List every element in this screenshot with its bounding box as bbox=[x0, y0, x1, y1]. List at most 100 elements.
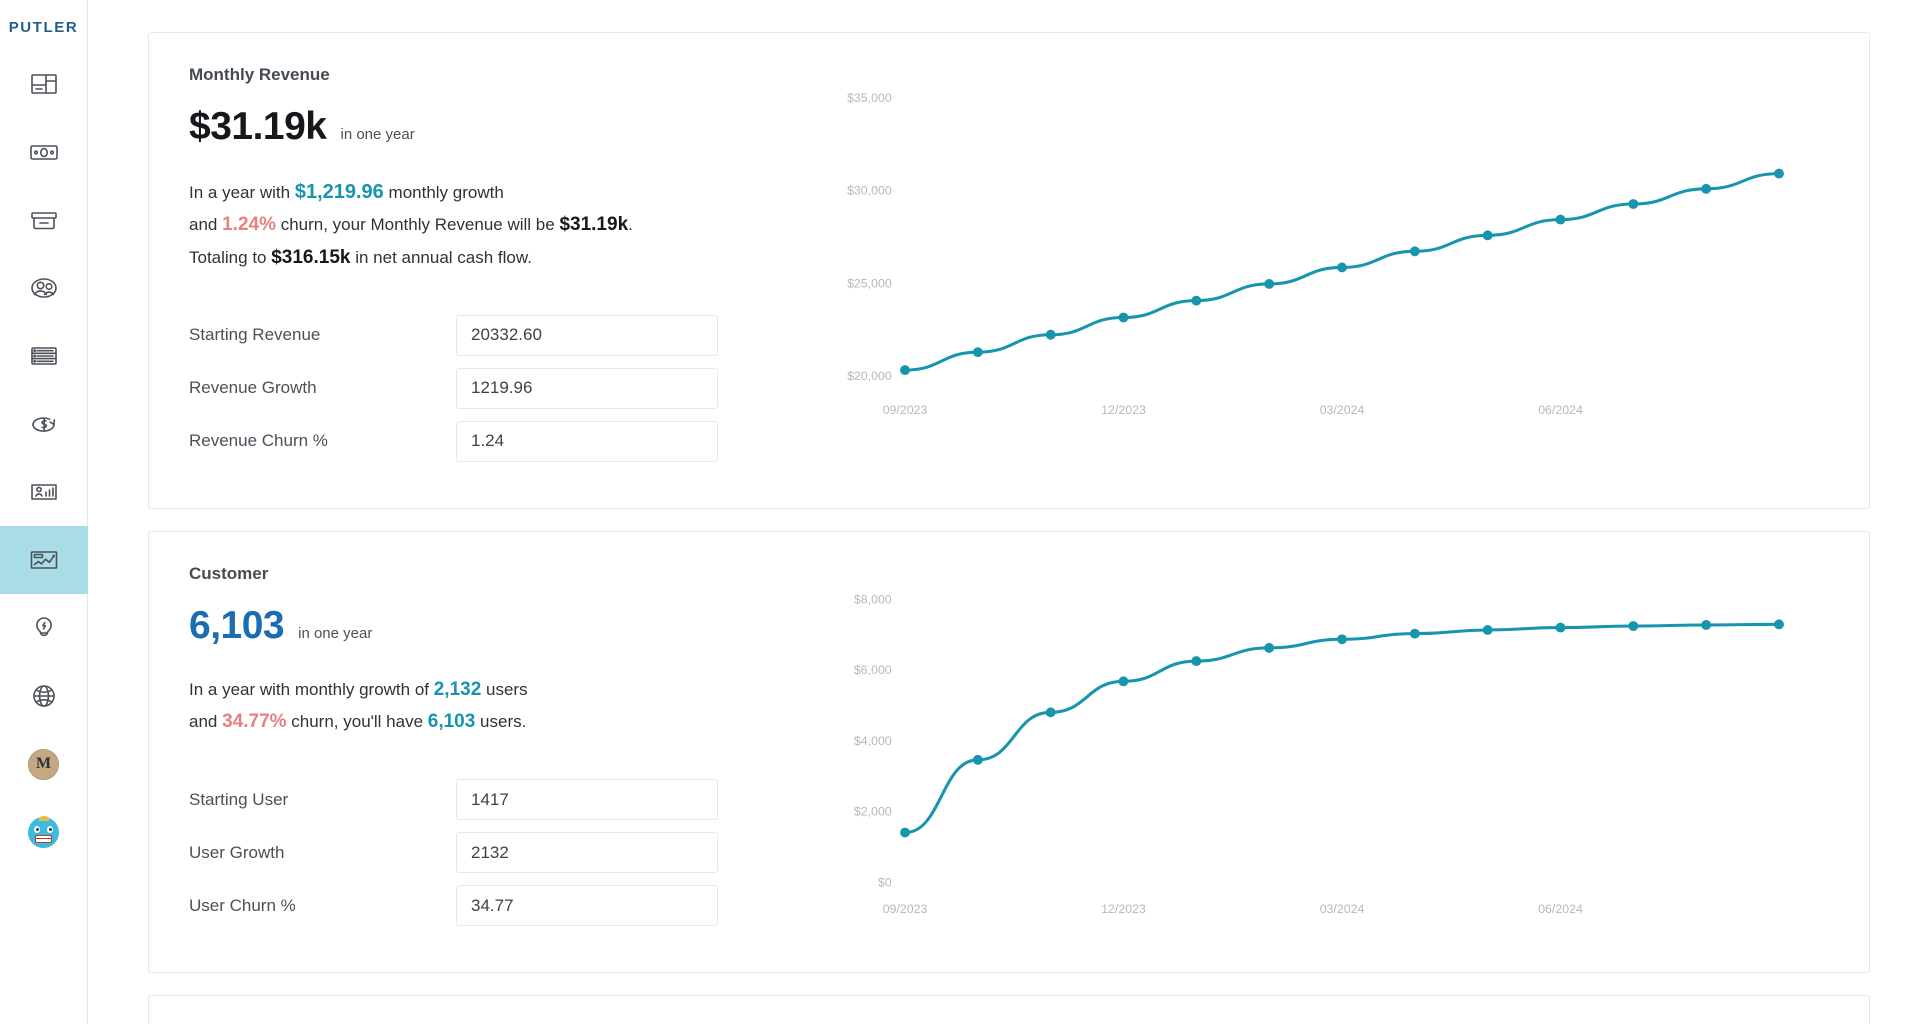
avatar-initial: M bbox=[28, 748, 59, 780]
user-growth-input[interactable] bbox=[456, 832, 718, 874]
chart-data-point[interactable] bbox=[1264, 279, 1275, 289]
field-label: Starting User bbox=[189, 789, 289, 809]
person-chart-icon bbox=[28, 476, 60, 508]
box-icon bbox=[28, 204, 60, 236]
chart-data-point[interactable] bbox=[1555, 622, 1566, 633]
field-row: Starting Revenue bbox=[189, 314, 737, 356]
field-label: User Growth bbox=[189, 842, 285, 862]
text: monthly growth bbox=[383, 183, 504, 202]
chart-data-point[interactable] bbox=[1045, 707, 1056, 717]
text: and bbox=[189, 215, 223, 235]
description-line-3: Totaling to $316.15k in net annual cash … bbox=[189, 242, 737, 275]
starting-user-input[interactable] bbox=[456, 779, 718, 821]
dashboard-grid-icon bbox=[28, 68, 60, 100]
chart-data-point[interactable] bbox=[1409, 628, 1420, 639]
text: Totaling to bbox=[189, 248, 272, 268]
x-axis-tick-label: 06/2024 bbox=[1538, 403, 1583, 417]
user-avatar[interactable]: M bbox=[0, 730, 87, 798]
x-axis-tick-label: 12/2023 bbox=[1101, 902, 1146, 916]
starting-revenue-input[interactable] bbox=[456, 314, 718, 356]
chart-data-point[interactable] bbox=[1191, 655, 1202, 666]
chart-line bbox=[904, 622, 1780, 834]
sidebar-item-insights[interactable] bbox=[0, 594, 88, 662]
chart-data-point[interactable] bbox=[972, 754, 983, 765]
sidebar-item-customers[interactable] bbox=[0, 254, 88, 322]
chart-data-point[interactable] bbox=[1264, 642, 1275, 653]
card-title: Customer bbox=[189, 563, 269, 583]
text: In a year with monthly growth of bbox=[189, 679, 434, 699]
brand-logo[interactable]: PUTLER bbox=[0, 10, 87, 50]
x-axis-tick-label: 03/2024 bbox=[1320, 403, 1365, 417]
chart-data-point[interactable] bbox=[972, 347, 983, 358]
chart-data-point[interactable] bbox=[1409, 246, 1420, 257]
chart-data-point[interactable] bbox=[1555, 214, 1566, 225]
chart-svg: $20,000 $25,000 $30,000 $35,000 09/2023 12/20… bbox=[847, 91, 1784, 417]
chart-trend-icon bbox=[28, 544, 60, 576]
chart-data-point[interactable] bbox=[1482, 230, 1493, 241]
growth-value: 2,132 bbox=[433, 678, 482, 700]
chart-data-point[interactable] bbox=[1628, 199, 1639, 209]
headline-subtext: in one year bbox=[340, 126, 415, 143]
sidebar-item-products[interactable] bbox=[0, 186, 88, 254]
field-row: Revenue Churn % bbox=[189, 420, 737, 462]
chart-data-point[interactable] bbox=[900, 827, 910, 838]
sidebar-item-subscriptions[interactable] bbox=[0, 390, 88, 458]
chart-data-point[interactable] bbox=[1628, 620, 1639, 631]
card-title: Monthly Revenue bbox=[189, 65, 330, 84]
text: users bbox=[481, 679, 528, 699]
y-axis-tick-label: $35,000 bbox=[847, 91, 892, 105]
x-axis-tick-label: 09/2023 bbox=[883, 902, 928, 916]
result-value: $31.19k bbox=[559, 214, 629, 236]
field-label: Starting Revenue bbox=[189, 325, 321, 345]
forecast-card-customer: Customer 6,103 in one year In a year wit… bbox=[148, 530, 1870, 974]
headline-value: $31.19k bbox=[189, 105, 327, 148]
chart-data-point[interactable] bbox=[900, 365, 910, 376]
y-axis-tick-label: $30,000 bbox=[847, 184, 892, 198]
chart-data-point[interactable] bbox=[1118, 312, 1129, 323]
growth-value: $1,219.96 bbox=[294, 181, 384, 203]
chart-data-point[interactable] bbox=[1701, 183, 1712, 194]
chart-data-point[interactable] bbox=[1337, 634, 1347, 644]
description-line-1: In a year with $1,219.96 monthly growth bbox=[189, 175, 737, 209]
headline-metric: 6,103 in one year bbox=[189, 604, 737, 648]
chart-data-point[interactable] bbox=[1118, 676, 1129, 686]
chart-data-point[interactable] bbox=[1191, 295, 1202, 306]
field-row: Revenue Growth bbox=[189, 367, 737, 409]
people-icon bbox=[28, 272, 60, 304]
result-value: 6,103 bbox=[427, 711, 476, 733]
x-axis-tick-label: 06/2024 bbox=[1538, 902, 1583, 916]
sidebar-item-dashboard[interactable] bbox=[0, 50, 88, 118]
sidebar-item-transactions[interactable] bbox=[0, 322, 88, 390]
revenue-growth-input[interactable] bbox=[456, 367, 718, 409]
chart-data-point[interactable] bbox=[1701, 619, 1712, 630]
main-content: Monthly Revenue $31.19k in one year In a… bbox=[88, 0, 1920, 1024]
y-axis-tick-label: $20,000 bbox=[847, 369, 892, 383]
description-line-1: In a year with monthly growth of 2,132 u… bbox=[189, 674, 737, 707]
emoji-face-icon bbox=[28, 815, 59, 848]
support-button[interactable] bbox=[0, 798, 87, 866]
y-axis-tick-label: $25,000 bbox=[847, 276, 892, 290]
field-row: Starting User bbox=[189, 779, 737, 821]
text: . bbox=[628, 215, 633, 235]
chart-data-point[interactable] bbox=[1774, 168, 1784, 179]
card-list: Monthly Revenue $31.19k in one year In a… bbox=[88, 5, 1920, 1024]
app-root: PUTLER M Monthly Revenue $31.19k in one … bbox=[0, 0, 1920, 1024]
card-input-fields: Starting Revenue Revenue Growth Revenue … bbox=[189, 314, 737, 462]
chart-data-point[interactable] bbox=[1482, 624, 1493, 635]
x-axis-tick-label: 03/2024 bbox=[1320, 902, 1365, 916]
revenue-churn-input[interactable] bbox=[456, 420, 718, 462]
forecast-card-next bbox=[148, 995, 1870, 1024]
chart-data-point[interactable] bbox=[1045, 329, 1056, 340]
user-churn-input[interactable] bbox=[456, 885, 718, 927]
field-label: User Churn % bbox=[189, 895, 296, 915]
sidebar-item-sales[interactable] bbox=[0, 118, 88, 186]
churn-value: 34.77% bbox=[222, 711, 287, 733]
chart-data-point[interactable] bbox=[1337, 262, 1347, 273]
globe-icon bbox=[28, 680, 60, 712]
chart-data-point[interactable] bbox=[1774, 619, 1784, 629]
card-input-fields: Starting User User Growth User Churn % bbox=[189, 779, 737, 927]
sidebar-item-web-analytics[interactable] bbox=[0, 662, 88, 730]
sidebar-item-audience[interactable] bbox=[0, 458, 88, 526]
lightbulb-icon bbox=[28, 612, 60, 644]
sidebar-item-forecast[interactable] bbox=[0, 526, 88, 594]
